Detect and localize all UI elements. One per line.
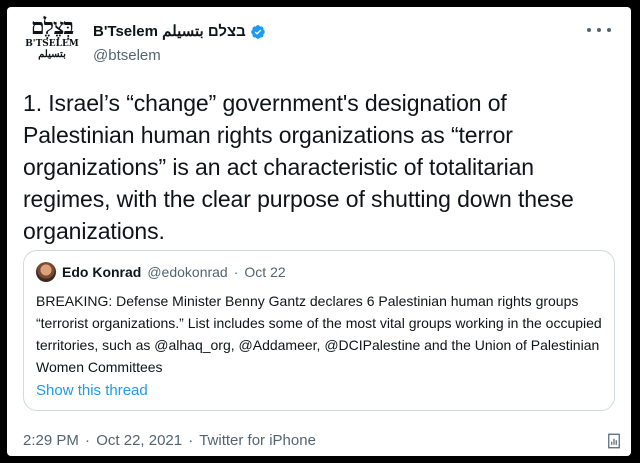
- quoted-tweet-header: Edo Konrad @edokonrad · Oct 22: [36, 262, 286, 282]
- meta-separator: ·: [85, 432, 91, 449]
- analytics-icon[interactable]: [605, 431, 623, 451]
- avatar-logo-arabic: بتسيلم: [38, 49, 66, 60]
- tweet-text: 1. Israel’s “change” government's design…: [23, 90, 574, 244]
- quoted-author-handle: @edokonrad: [147, 264, 228, 280]
- more-options-icon[interactable]: [587, 25, 611, 35]
- user-handle[interactable]: @btselem: [93, 46, 266, 66]
- avatar-logo-hebrew: בְּצֶלֶם: [30, 14, 74, 40]
- quoted-tweet-text: BREAKING: Defense Minister Benny Gantz d…: [36, 293, 602, 375]
- verified-badge-icon: [250, 25, 265, 39]
- quoted-separator: ·: [233, 264, 239, 280]
- quoted-tweet[interactable]: Edo Konrad @edokonrad · Oct 22 BREAKING:…: [23, 250, 615, 411]
- user-info: B'Tselem בצלם بتسيلم @btselem: [93, 22, 266, 66]
- avatar[interactable]: בְּצֶלֶם B'TSELEM بتسيلم: [25, 15, 79, 75]
- avatar-logo-latin: B'TSELEM: [25, 39, 79, 49]
- show-thread-link[interactable]: Show this thread: [36, 381, 148, 401]
- tweet-time[interactable]: 2:29 PM: [23, 432, 79, 449]
- tweet-meta: 2:29 PM · Oct 22, 2021 · Twitter for iPh…: [23, 431, 316, 451]
- meta-separator: ·: [188, 432, 194, 449]
- quoted-date: Oct 22: [244, 264, 286, 280]
- display-name-row[interactable]: B'Tselem בצלם بتسيلم: [93, 22, 266, 42]
- tweet-card: בְּצֶלֶם B'TSELEM بتسيلم B'Tselem בצלם ب…: [7, 7, 631, 456]
- tweet-date[interactable]: Oct 22, 2021: [96, 432, 182, 449]
- quoted-author-name: Edo Konrad: [62, 264, 142, 280]
- tweet-header: בְּצֶלֶם B'TSELEM بتسيلم B'Tselem בצלם ب…: [17, 15, 617, 75]
- display-name[interactable]: B'Tselem בצלם بتسيلم: [93, 22, 246, 42]
- tweet-source[interactable]: Twitter for iPhone: [199, 432, 316, 449]
- quoted-author-avatar: [36, 262, 56, 282]
